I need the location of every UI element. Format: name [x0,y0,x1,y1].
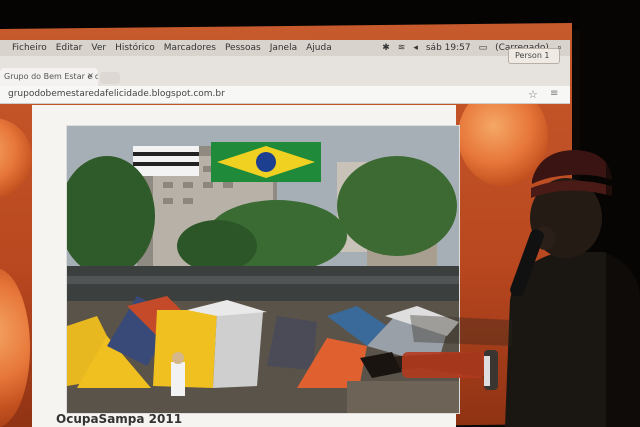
menu-janela[interactable]: Janela [270,43,297,53]
volume-icon[interactable]: ◂ [413,43,418,53]
profile-button[interactable]: Person 1 [508,48,560,64]
url-text: grupodobemestaredafelicidade.blogspot.co… [8,89,225,99]
battery-icon[interactable]: ▭ [479,43,488,53]
clock[interactable]: sáb 19:57 [426,43,471,53]
photo-scene: Ficheiro Editar Ver Histórico Marcadores… [0,0,640,427]
browser-tab[interactable]: Grupo do Bem Estar e da × [0,68,98,86]
star-icon[interactable]: ☆ [528,88,538,101]
menu-ficheiro[interactable]: Ficheiro [12,43,47,53]
menu-icon[interactable]: ≡ [550,88,558,99]
bluetooth-icon[interactable]: ✱ [382,43,390,53]
menu-ver[interactable]: Ver [91,43,106,53]
menu-ajuda[interactable]: Ajuda [306,43,332,53]
blog-photo [66,125,460,414]
new-tab-button[interactable] [100,72,120,84]
wifi-icon[interactable]: ≋ [398,43,406,53]
menu-editar[interactable]: Editar [56,43,83,53]
room-shadow-right [606,0,640,427]
menu-marcadores[interactable]: Marcadores [164,43,216,53]
profile-label: Person 1 [515,51,550,60]
menu-pessoas[interactable]: Pessoas [225,43,261,53]
photo-caption: OcupaSampa 2011 [56,412,183,426]
tab-title: Grupo do Bem Estar e da [4,72,98,81]
menu-historico[interactable]: Histórico [115,43,155,53]
address-bar[interactable]: grupodobemestaredafelicidade.blogspot.co… [0,86,570,104]
close-icon[interactable]: × [87,71,94,80]
tab-strip: Grupo do Bem Estar e da × [0,56,570,86]
protest-camp-illustration [67,126,459,413]
os-menubar: Ficheiro Editar Ver Histórico Marcadores… [0,40,570,56]
